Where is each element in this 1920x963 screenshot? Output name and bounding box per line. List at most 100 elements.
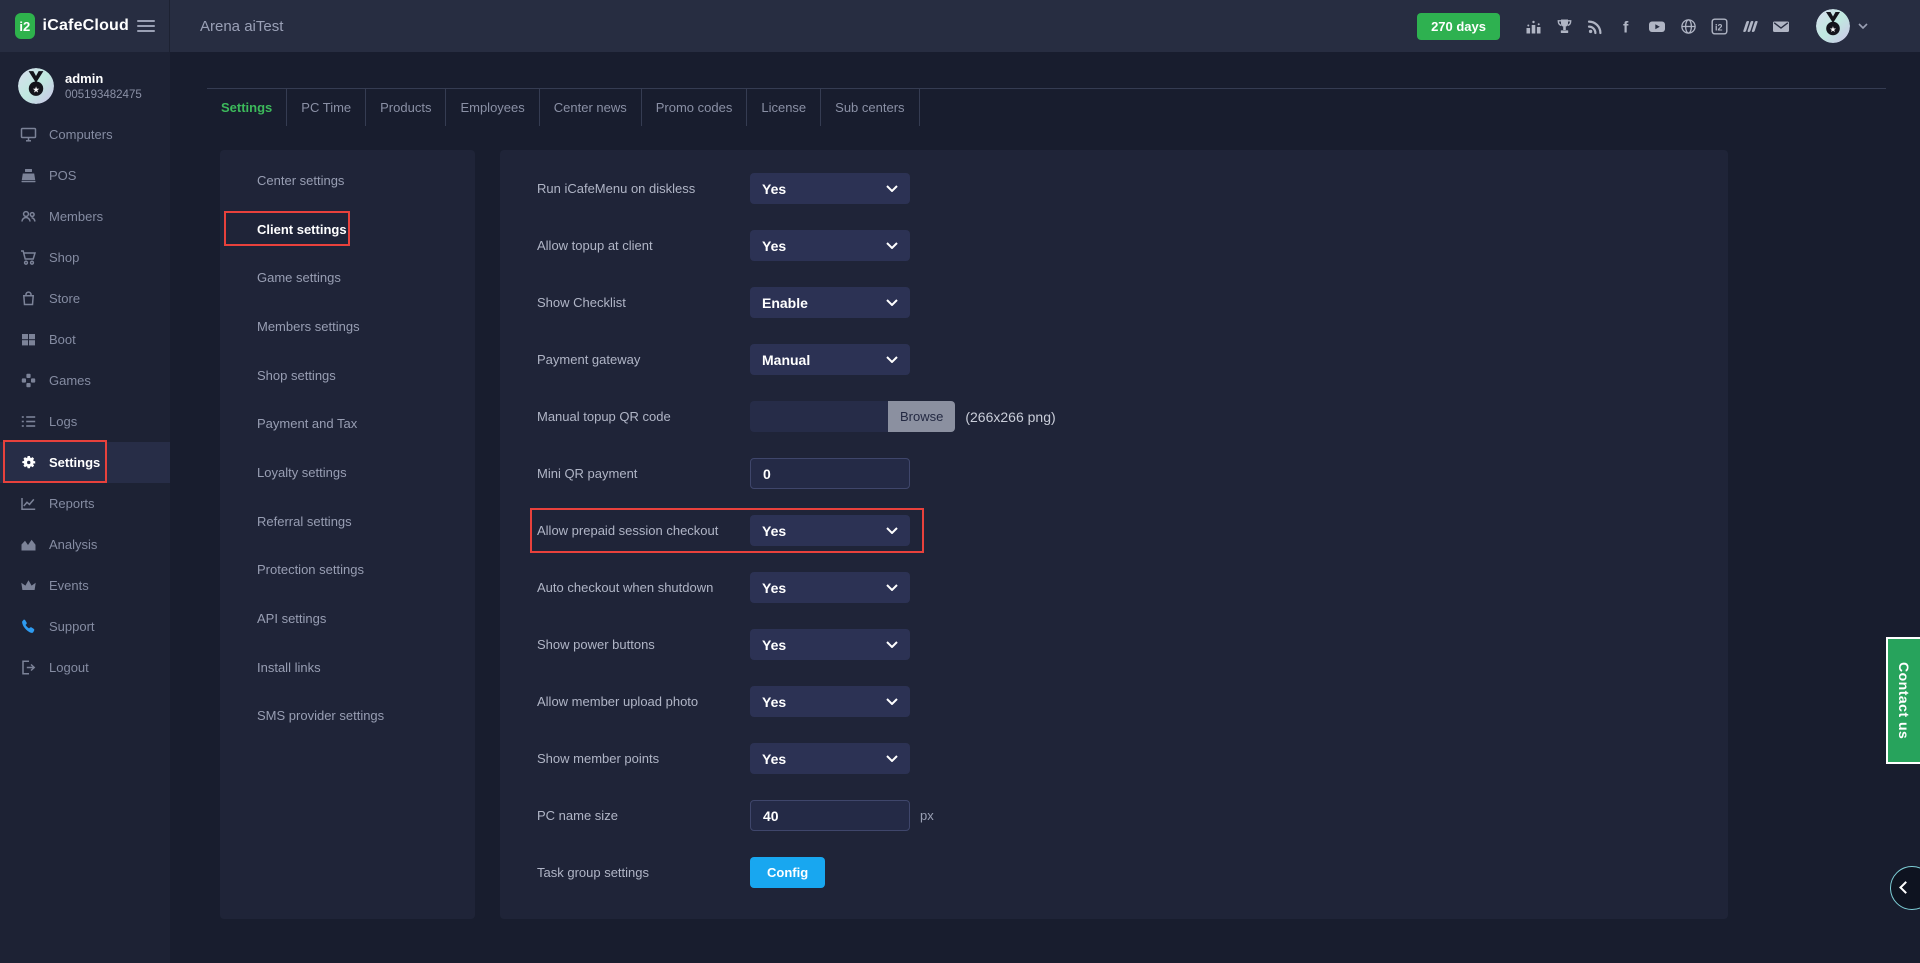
user-avatar[interactable]: ★: [18, 68, 54, 104]
sidebar-item-computers[interactable]: Computers: [0, 114, 170, 155]
youtube-icon[interactable]: [1648, 17, 1666, 35]
show-member-points-select[interactable]: Yes: [750, 743, 910, 774]
sidebar-item-members[interactable]: Members: [0, 196, 170, 237]
mail-icon[interactable]: [1772, 17, 1790, 35]
crown-icon: [20, 577, 37, 594]
sidebar-item-analysis[interactable]: Analysis: [0, 524, 170, 565]
sidebar-item-support[interactable]: Support: [0, 606, 170, 647]
user-block: ★ admin 005193482475: [0, 52, 170, 104]
pc-name-size-input[interactable]: [750, 800, 910, 831]
license-days-badge[interactable]: 270 days: [1417, 13, 1500, 40]
settings-menu-card: Center settings Client settings Game set…: [220, 150, 475, 919]
contact-us-tab[interactable]: Contact us: [1886, 637, 1920, 764]
browse-button[interactable]: Browse: [888, 401, 955, 432]
chart-line-icon: [20, 495, 37, 512]
tab-center-news[interactable]: Center news: [540, 89, 642, 126]
client-settings-form: Run iCafeMenu on diskless Yes Allow topu…: [500, 150, 1728, 919]
menu-item-members-settings[interactable]: Members settings: [220, 302, 475, 351]
auto-checkout-shutdown-select[interactable]: Yes: [750, 572, 910, 603]
sidebar-item-shop[interactable]: Shop: [0, 237, 170, 278]
main-content: Settings PC Time Products Employees Cent…: [170, 52, 1920, 963]
user-name: admin: [65, 71, 142, 86]
form-row: Show member points Yes: [537, 743, 1728, 774]
rss-icon[interactable]: [1586, 17, 1604, 35]
menu-item-loyalty-settings[interactable]: Loyalty settings: [220, 448, 475, 497]
menu-item-center-settings[interactable]: Center settings: [220, 156, 475, 205]
phone-icon: [20, 618, 37, 635]
sidebar-item-events[interactable]: Events: [0, 565, 170, 606]
sidebar-item-reports[interactable]: Reports: [0, 483, 170, 524]
mini-qr-payment-input[interactable]: [750, 458, 910, 489]
tab-sub-centers[interactable]: Sub centers: [821, 89, 919, 126]
select-value: Yes: [762, 751, 786, 767]
allow-prepaid-session-checkout-select[interactable]: Yes: [750, 515, 910, 546]
members-icon: [20, 208, 37, 225]
form-row: Allow topup at client Yes: [537, 230, 1728, 261]
tab-license[interactable]: License: [747, 89, 821, 126]
menu-item-sms-provider-settings[interactable]: SMS provider settings: [220, 692, 475, 741]
chevron-down-icon: [886, 185, 898, 192]
menu-item-game-settings[interactable]: Game settings: [220, 253, 475, 302]
globe-icon[interactable]: [1679, 17, 1697, 35]
sidebar-item-logout[interactable]: Logout: [0, 647, 170, 688]
svg-text:i2: i2: [1715, 22, 1723, 32]
chart-area-icon: [20, 536, 37, 553]
avatar[interactable]: ★: [1816, 9, 1850, 43]
payment-gateway-select[interactable]: Manual: [750, 344, 910, 375]
tab-promo-codes[interactable]: Promo codes: [642, 89, 748, 126]
tab-employees[interactable]: Employees: [446, 89, 539, 126]
menu-item-payment-and-tax[interactable]: Payment and Tax: [220, 399, 475, 448]
task-group-config-button[interactable]: Config: [750, 857, 825, 888]
form-row: Task group settings Config: [537, 857, 1728, 888]
sidebar-nav: Computers POS Members Shop Store Boot Ga…: [0, 114, 170, 688]
sidebar-item-boot[interactable]: Boot: [0, 319, 170, 360]
manual-topup-qr-file-group: Browse: [750, 401, 955, 432]
gear-icon: [20, 454, 37, 471]
show-power-buttons-select[interactable]: Yes: [750, 629, 910, 660]
form-row: Run iCafeMenu on diskless Yes: [537, 173, 1728, 204]
sidebar-item-games[interactable]: Games: [0, 360, 170, 401]
menu-item-referral-settings[interactable]: Referral settings: [220, 497, 475, 546]
facebook-icon[interactable]: f: [1617, 17, 1635, 35]
menu-item-install-links[interactable]: Install links: [220, 643, 475, 692]
trophy-icon[interactable]: [1555, 17, 1573, 35]
brand: i2 iCafeCloud: [0, 0, 170, 52]
svg-text:f: f: [1623, 19, 1629, 35]
form-row: Show Checklist Enable: [537, 287, 1728, 318]
menu-item-api-settings[interactable]: API settings: [220, 594, 475, 643]
field-label: Show member points: [537, 751, 750, 766]
chevron-down-icon: [886, 356, 898, 363]
chevron-down-icon[interactable]: [1858, 23, 1868, 29]
field-label: Task group settings: [537, 865, 750, 880]
tab-products[interactable]: Products: [366, 89, 446, 126]
icafecloud-icon[interactable]: i2: [1710, 17, 1728, 35]
allow-topup-client-select[interactable]: Yes: [750, 230, 910, 261]
sidebar-item-pos[interactable]: POS: [0, 155, 170, 196]
hamburger-menu-icon[interactable]: [137, 17, 155, 35]
manual-topup-qr-input[interactable]: [750, 401, 888, 432]
menu-item-protection-settings[interactable]: Protection settings: [220, 546, 475, 595]
menu-item-shop-settings[interactable]: Shop settings: [220, 351, 475, 400]
layers-icon[interactable]: [1741, 17, 1759, 35]
allow-member-upload-photo-select[interactable]: Yes: [750, 686, 910, 717]
svg-text:★: ★: [1829, 25, 1836, 34]
header-icons: f i2: [1524, 17, 1790, 35]
brand-name: iCafeCloud: [43, 17, 129, 35]
show-checklist-select[interactable]: Enable: [750, 287, 910, 318]
sidebar-item-store[interactable]: Store: [0, 278, 170, 319]
select-value: Manual: [762, 352, 810, 368]
page-title: Arena aiTest: [200, 18, 283, 35]
tab-settings[interactable]: Settings: [207, 89, 287, 126]
menu-item-client-settings[interactable]: Client settings: [220, 205, 475, 254]
gamepad-icon: [20, 372, 37, 389]
sidebar-item-logs[interactable]: Logs: [0, 401, 170, 442]
chevron-down-icon: [886, 755, 898, 762]
sidebar-item-settings[interactable]: Settings: [0, 442, 170, 483]
cart-icon: [20, 249, 37, 266]
form-row: Mini QR payment: [537, 458, 1728, 489]
select-value: Yes: [762, 580, 786, 596]
ranking-icon[interactable]: [1524, 17, 1542, 35]
run-icafemenu-diskless-select[interactable]: Yes: [750, 173, 910, 204]
svg-text:★: ★: [32, 84, 40, 94]
tab-pc-time[interactable]: PC Time: [287, 89, 366, 126]
